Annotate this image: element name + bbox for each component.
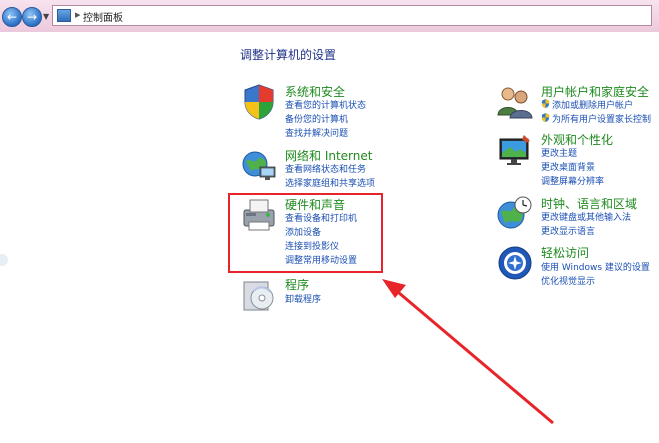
annotation-arrow: [382, 279, 554, 425]
